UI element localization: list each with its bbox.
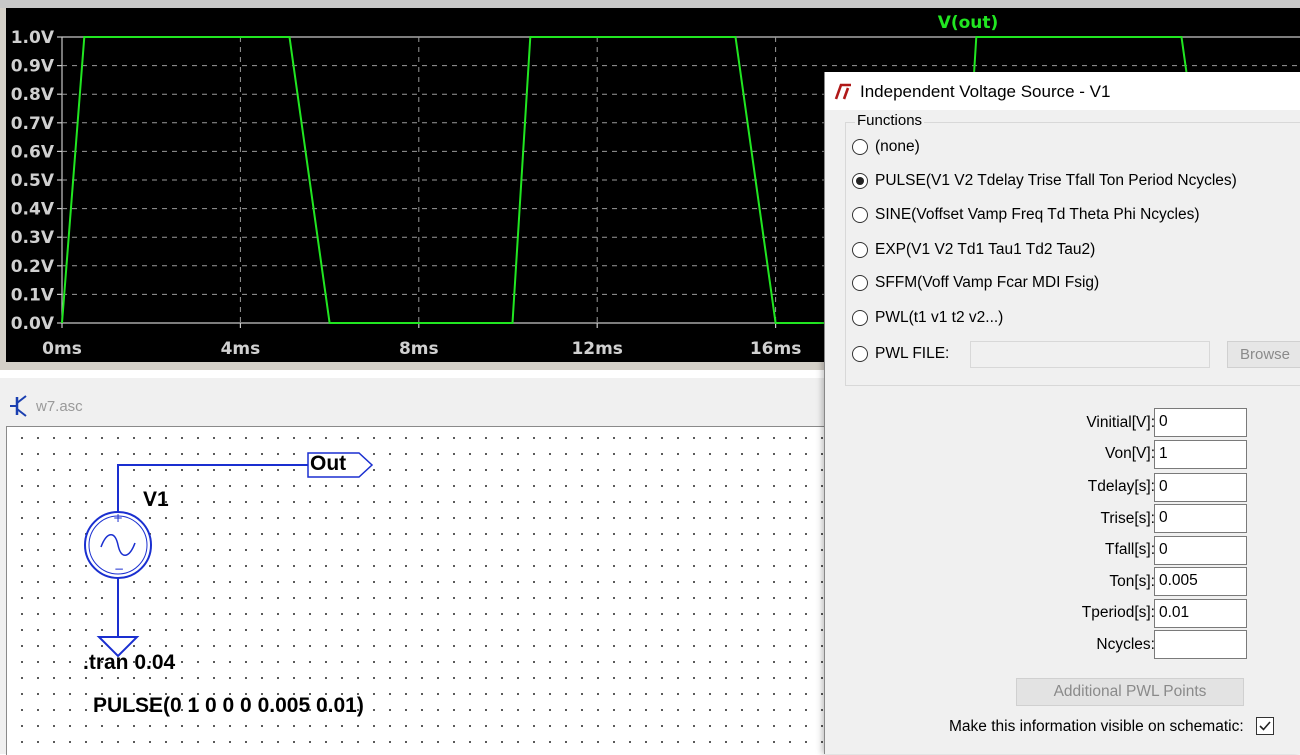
ton-input[interactable]: 0.005: [1154, 567, 1247, 596]
radio-label: PWL(t1 v1 t2 v2...): [875, 309, 1004, 326]
transistor-icon: [10, 395, 27, 417]
y-tick-label: 0.9V: [11, 57, 55, 77]
radio-button-selected[interactable]: [852, 173, 868, 189]
pwl-file-input[interactable]: [970, 341, 1210, 368]
y-tick-label: 0.5V: [11, 171, 55, 191]
dialog-title: Independent Voltage Source - V1: [860, 82, 1111, 101]
radio-button[interactable]: [852, 242, 868, 258]
x-tick-label: 0ms: [42, 339, 82, 359]
voltage-source-dialog: Independent Voltage Source - V1 Function…: [824, 72, 1300, 754]
schematic-canvas[interactable]: + − Out V1 .tran 0.04 PULSE(0 1 0 0 0 0.…: [6, 426, 831, 755]
trise-label: Trise[s]:: [1100, 510, 1155, 527]
tdelay-label: Tdelay[s]:: [1087, 478, 1155, 495]
radio-button[interactable]: [852, 310, 868, 326]
vinitial-input[interactable]: 0: [1154, 408, 1247, 437]
radio-label: EXP(V1 V2 Td1 Tau1 Td2 Tau2): [875, 241, 1096, 258]
radio-button[interactable]: [852, 207, 868, 223]
radio-pulse[interactable]: PULSE(V1 V2 Tdelay Trise Tfall Ton Perio…: [852, 170, 1237, 192]
vinitial-label: Vinitial[V]:: [1086, 414, 1155, 431]
tran-directive[interactable]: .tran 0.04: [83, 651, 175, 675]
ncycles-input[interactable]: [1154, 630, 1247, 659]
y-tick-label: 0.4V: [11, 200, 55, 220]
tperiod-label: Tperiod[s]:: [1081, 604, 1155, 621]
svg-text:+: +: [113, 511, 123, 525]
y-tick-label: 0.0V: [11, 314, 55, 334]
tdelay-input[interactable]: 0: [1154, 473, 1247, 502]
tfall-input[interactable]: 0: [1154, 536, 1247, 565]
visible-on-schematic-label: Make this information visible on schemat…: [949, 718, 1244, 735]
radio-button[interactable]: [852, 139, 868, 155]
radio-button[interactable]: [852, 275, 868, 291]
radio-label: (none): [875, 138, 920, 155]
y-tick-label: 1.0V: [11, 28, 55, 48]
browse-button[interactable]: Browse: [1227, 341, 1300, 368]
radio-label: SINE(Voffset Vamp Freq Td Theta Phi Ncyc…: [875, 206, 1200, 223]
trace-title: V(out): [938, 13, 999, 33]
radio-label: PULSE(V1 V2 Tdelay Trise Tfall Ton Perio…: [875, 172, 1237, 189]
von-label: Von[V]:: [1105, 445, 1155, 462]
y-tick-label: 0.1V: [11, 285, 55, 305]
schematic-window: w7.asc + − Out V1 .tran 0.04 PULSE(0 1 0…: [0, 378, 831, 755]
x-tick-label: 12ms: [571, 339, 623, 359]
trise-input[interactable]: 0: [1154, 504, 1247, 533]
schematic-window-title: w7.asc: [36, 398, 83, 415]
radio-label: PWL FILE:: [875, 345, 950, 362]
radio-pwl-file[interactable]: PWL FILE:: [852, 343, 949, 365]
ncycles-label: Ncycles:: [1096, 636, 1155, 653]
checkmark-icon: [1259, 721, 1271, 731]
ton-label: Ton[s]:: [1109, 573, 1155, 590]
radio-button[interactable]: [852, 346, 868, 362]
radio-exp[interactable]: EXP(V1 V2 Td1 Tau1 Td2 Tau2): [852, 239, 1095, 261]
source-value-text[interactable]: PULSE(0 1 0 0 0 0.005 0.01): [93, 694, 364, 718]
y-tick-label: 0.2V: [11, 257, 55, 277]
v1-component-label[interactable]: V1: [143, 488, 169, 512]
radio-label: SFFM(Voff Vamp Fcar MDI Fsig): [875, 274, 1100, 291]
additional-pwl-points-button[interactable]: Additional PWL Points: [1016, 678, 1244, 706]
radio-sffm[interactable]: SFFM(Voff Vamp Fcar MDI Fsig): [852, 272, 1099, 294]
functions-group-label: Functions: [855, 112, 925, 129]
radio-pwl[interactable]: PWL(t1 v1 t2 v2...): [852, 307, 1003, 329]
out-net-label[interactable]: Out: [310, 452, 346, 476]
x-tick-label: 8ms: [399, 339, 439, 359]
tperiod-input[interactable]: 0.01: [1154, 599, 1247, 628]
y-tick-label: 0.6V: [11, 142, 55, 162]
x-tick-label: 16ms: [750, 339, 802, 359]
waveform-titlebar[interactable]: [0, 0, 1300, 8]
y-tick-label: 0.3V: [11, 228, 55, 248]
ltspice-logo-icon: [834, 83, 851, 100]
visible-on-schematic-checkbox[interactable]: [1256, 717, 1274, 735]
schematic-titlebar[interactable]: w7.asc: [0, 378, 830, 424]
radio-none[interactable]: (none): [852, 136, 920, 158]
y-tick-label: 0.8V: [11, 85, 55, 105]
von-input[interactable]: 1: [1154, 440, 1247, 469]
radio-sine[interactable]: SINE(Voffset Vamp Freq Td Theta Phi Ncyc…: [852, 204, 1200, 226]
y-tick-label: 0.7V: [11, 114, 55, 134]
dialog-titlebar[interactable]: Independent Voltage Source - V1: [825, 72, 1300, 110]
svg-text:−: −: [114, 562, 124, 576]
tfall-label: Tfall[s]:: [1105, 541, 1155, 558]
voltage-source-v1: + −: [84, 501, 152, 579]
x-tick-label: 4ms: [221, 339, 261, 359]
